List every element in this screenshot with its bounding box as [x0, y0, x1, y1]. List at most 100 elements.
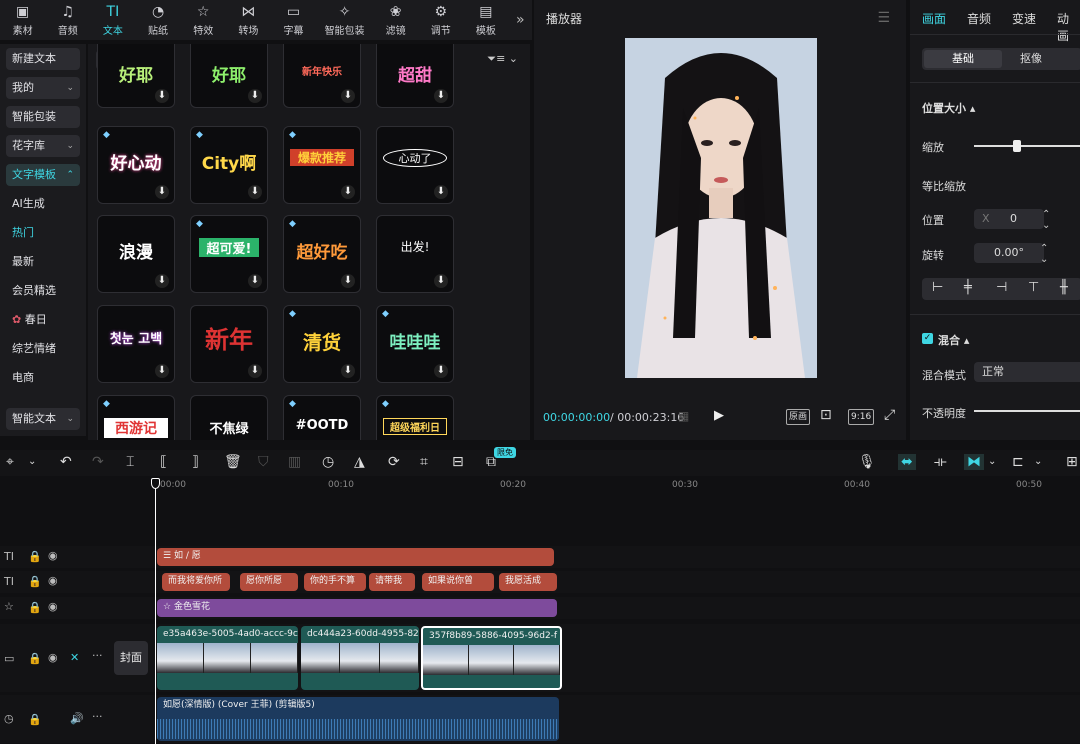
select-tool-icon[interactable]: ⌖	[6, 454, 14, 470]
download-icon[interactable]: ⬇	[434, 274, 448, 288]
timeline-grid-icon[interactable]: ▦	[678, 409, 689, 423]
template-card[interactable]: ◆ 西游记	[97, 395, 175, 440]
download-icon[interactable]: ⬇	[155, 364, 169, 378]
more-icon[interactable]: ···	[92, 649, 103, 662]
download-icon[interactable]: ⬇	[248, 274, 262, 288]
template-card[interactable]: 心动了 ⬇	[376, 126, 454, 204]
time-ruler[interactable]: 00:00 00:10 00:20 00:30 00:40 00:50	[110, 478, 1080, 494]
cover-button[interactable]: 封面	[114, 641, 148, 675]
template-card[interactable]: ◆ 超好吃 ⬇	[283, 215, 361, 293]
opacity-slider[interactable]	[974, 410, 1080, 412]
download-icon[interactable]: ⬇	[155, 274, 169, 288]
template-card[interactable]: ◆ City啊 ⬇	[190, 126, 268, 204]
eye-icon[interactable]: ◉	[48, 651, 58, 664]
tab-animation[interactable]: 动画	[1057, 10, 1080, 44]
playhead[interactable]	[155, 478, 156, 744]
subtitle-clip[interactable]: 我愿活成	[499, 573, 557, 591]
nav-item-spring[interactable]: ✿ 春日	[6, 309, 80, 331]
download-icon[interactable]: ⬇	[341, 185, 355, 199]
template-card[interactable]: 出发! ⬇	[376, 215, 454, 293]
freeze-icon[interactable]: ▥	[288, 454, 301, 470]
position-size-section[interactable]: 位置大小 ▴	[922, 100, 975, 116]
blend-mode-select[interactable]: 正常	[974, 362, 1080, 382]
download-icon[interactable]: ⬇	[434, 364, 448, 378]
video-clip[interactable]: dc444a23-60dd-4955-82	[301, 626, 419, 690]
redo-icon[interactable]: ↷	[92, 454, 104, 470]
download-icon[interactable]: ⬇	[248, 89, 262, 103]
mirror-icon[interactable]: ◮	[354, 454, 365, 470]
tab-audio-props[interactable]: 音频	[967, 10, 991, 27]
video-clip[interactable]: e35a463e-5005-4ad0-accc-9c	[157, 626, 298, 690]
chevron-down-icon[interactable]: ⌄	[28, 456, 36, 467]
align-right-icon[interactable]: ⊣	[996, 280, 1007, 295]
subtitle-clip[interactable]: 而我将爱你所	[162, 573, 230, 591]
lock-icon[interactable]: 🔒	[28, 713, 42, 726]
position-x-field[interactable]: X0	[974, 209, 1044, 229]
align-center-icon[interactable]: ╪	[964, 280, 972, 295]
template-card[interactable]: ◆ 超可爱! ⬇	[190, 215, 268, 293]
nav-item-hot[interactable]: 热门	[6, 222, 80, 244]
align-middle-icon[interactable]: ╫	[1060, 280, 1068, 295]
text-clip[interactable]: ☰ 如 / 愿	[157, 548, 554, 566]
template-card[interactable]: ◆ 哇哇哇 ⬇	[376, 305, 454, 383]
template-card[interactable]: 不焦绿	[190, 395, 268, 440]
font-library-dropdown[interactable]: 花字库 ⌄	[6, 135, 80, 157]
nav-item-variety[interactable]: 综艺情绪	[6, 338, 80, 360]
template-card[interactable]: 超甜 ⬇	[376, 44, 454, 108]
download-icon[interactable]: ⬇	[155, 185, 169, 199]
edit-frame-icon[interactable]: ⊟	[452, 454, 464, 470]
template-card[interactable]: 첫눈 고백 ⬇	[97, 305, 175, 383]
nav-item-ai[interactable]: AI生成	[6, 193, 80, 215]
tab-smart-pack[interactable]: ✧ 智能包装	[316, 0, 373, 40]
download-icon[interactable]: ⬇	[341, 364, 355, 378]
download-icon[interactable]: ⬇	[155, 89, 169, 103]
fit-screen-icon[interactable]: ⊡	[820, 407, 832, 423]
template-card[interactable]: 浪漫 ⬇	[97, 215, 175, 293]
scale-slider[interactable]	[974, 145, 1080, 147]
split-left-icon[interactable]: ⟦	[160, 454, 167, 470]
subtitle-clip[interactable]: 请带我	[369, 573, 415, 591]
template-card[interactable]: ◆ #OOTD	[283, 395, 361, 440]
preview-axis-icon[interactable]: ⊏	[1012, 454, 1024, 470]
download-icon[interactable]: ⬇	[341, 89, 355, 103]
align-top-icon[interactable]: ⊤	[1028, 280, 1039, 295]
more-tabs-icon[interactable]: »	[509, 0, 533, 40]
tab-filter[interactable]: ❀ 滤镜	[373, 0, 418, 40]
more-icon[interactable]: ···	[92, 710, 103, 723]
tab-picture[interactable]: 画面	[922, 10, 946, 27]
tab-text[interactable]: TI 文本	[90, 0, 135, 40]
subtitle-clip[interactable]: 如果说你曾	[422, 573, 494, 591]
tab-audio[interactable]: ♫ 音频	[45, 0, 90, 40]
rotate-stepper-icon[interactable]: ⌃ ⌄	[1040, 243, 1048, 265]
nav-item-latest[interactable]: 最新	[6, 251, 80, 273]
new-text-button[interactable]: 新建文本	[6, 48, 80, 70]
blend-checkbox[interactable]: ✓	[922, 333, 933, 344]
lock-icon[interactable]: 🔒	[28, 652, 42, 665]
subtitle-clip[interactable]: 愿你所愿	[240, 573, 298, 591]
audio-clip[interactable]: 如愿(深情版) (Cover 王菲) (剪辑版5)	[157, 697, 559, 741]
cutout-tab[interactable]: 抠像	[1020, 50, 1042, 68]
tab-effects[interactable]: ☆ 特效	[181, 0, 226, 40]
tab-captions[interactable]: ▭ 字幕	[271, 0, 316, 40]
crop-icon[interactable]: ⌗	[420, 454, 428, 470]
video-preview[interactable]	[625, 38, 817, 378]
download-icon[interactable]: ⬇	[248, 364, 262, 378]
play-icon[interactable]: ▶	[714, 408, 724, 423]
tab-template[interactable]: ▤ 模板	[463, 0, 508, 40]
chevron-down-icon[interactable]: ⌄	[988, 456, 996, 467]
download-icon[interactable]: ⬇	[434, 185, 448, 199]
template-card[interactable]: 新年 ⬇	[190, 305, 268, 383]
lock-icon[interactable]: 🔒	[28, 601, 42, 614]
original-quality-button[interactable]: 原画	[786, 409, 811, 425]
menu-icon[interactable]: ☰	[877, 10, 890, 26]
effect-clip[interactable]: ☆ 金色雪花	[157, 599, 557, 617]
mute-audio-icon[interactable]: ✕	[70, 651, 79, 664]
template-card[interactable]: 新年快乐 ⬇	[283, 44, 361, 108]
tab-sticker[interactable]: ◔ 贴纸	[135, 0, 180, 40]
template-card[interactable]: ◆ 好心动 ⬇	[97, 126, 175, 204]
undo-icon[interactable]: ↶	[60, 454, 72, 470]
magnet-link-icon[interactable]: ⬌	[898, 454, 916, 470]
filter-sort-icon[interactable]: ⏷≡ ⌄	[487, 52, 518, 66]
split-right-icon[interactable]: ⟧	[192, 454, 199, 470]
eye-icon[interactable]: ◉	[48, 600, 58, 613]
